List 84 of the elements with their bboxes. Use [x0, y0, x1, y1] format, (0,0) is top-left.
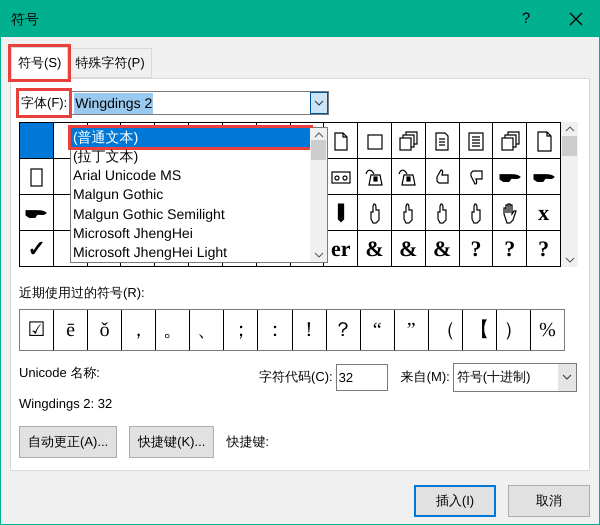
- dialog-button[interactable]: 自动更正(A)...: [19, 426, 118, 458]
- symbol-cell[interactable]: &: [358, 231, 392, 267]
- dialog-button[interactable]: 插入(I): [414, 485, 496, 517]
- symbol-cell[interactable]: [392, 123, 426, 159]
- symbol-cell[interactable]: [20, 159, 54, 195]
- stacked-pages-icon: [498, 130, 521, 152]
- recent-symbol-cell[interactable]: 。: [156, 310, 190, 350]
- close-icon[interactable]: [569, 12, 583, 26]
- unicode-name-label: Unicode 名称:: [19, 364, 101, 382]
- char-code-field[interactable]: 32: [336, 364, 388, 390]
- window-title: 符号: [11, 10, 40, 28]
- recent-symbol-cell[interactable]: ǒ: [88, 310, 122, 350]
- from-label: 来自(M):: [400, 368, 450, 386]
- unicode-name-value: Wingdings 2: 32: [19, 395, 114, 413]
- dropdown-button[interactable]: [310, 92, 328, 114]
- dialog-button[interactable]: 快捷键(K)...: [129, 426, 214, 458]
- from-select[interactable]: 符号(十进制): [452, 362, 577, 392]
- recent-symbol-cell[interactable]: ，: [122, 310, 156, 350]
- symbol-cell[interactable]: [392, 195, 426, 231]
- symbol-cell[interactable]: [20, 195, 54, 231]
- font-label: 字体(F):: [19, 91, 70, 115]
- scroll-up-icon[interactable]: [564, 126, 574, 132]
- recent-symbol-cell[interactable]: ？: [326, 310, 361, 350]
- symbol-cell[interactable]: [527, 159, 561, 195]
- symbol-cell[interactable]: [426, 123, 460, 159]
- recent-symbol-cell[interactable]: ☑: [20, 310, 54, 350]
- recent-symbols-label: 近期使用过的符号(R):: [19, 284, 146, 302]
- recent-symbol-cell[interactable]: “: [360, 310, 395, 350]
- recent-symbol-cell[interactable]: ；: [224, 310, 258, 350]
- tab[interactable]: 符号(S): [11, 47, 68, 79]
- scroll-down-icon[interactable]: [314, 252, 324, 258]
- font-combobox[interactable]: Wingdings 2: [71, 91, 330, 115]
- font-option[interactable]: (拉丁文本): [71, 147, 310, 166]
- recent-symbol-cell[interactable]: 、: [190, 310, 224, 350]
- symbol-cell[interactable]: [358, 123, 392, 159]
- scrollbar[interactable]: [561, 122, 578, 267]
- symbol-cell[interactable]: [20, 123, 54, 159]
- symbol-cell[interactable]: [426, 195, 460, 231]
- font-option[interactable]: Malgun Gothic Semilight: [71, 204, 310, 224]
- font-option[interactable]: Microsoft JhengHei: [71, 224, 310, 243]
- stacked-pages-icon: [397, 130, 420, 152]
- shortcut-label: 快捷键:: [226, 432, 269, 451]
- recent-symbol-cell[interactable]: （: [428, 310, 463, 350]
- symbol-cell[interactable]: &: [426, 231, 460, 267]
- chevron-down-icon: [562, 374, 572, 380]
- font-option[interactable]: Malgun Gothic: [71, 185, 310, 205]
- symbol-cell[interactable]: [493, 123, 528, 159]
- symbol-cell[interactable]: [460, 123, 494, 159]
- scroll-thumb[interactable]: [311, 140, 326, 160]
- symbol-cell[interactable]: ?: [527, 231, 561, 267]
- symbol-cell[interactable]: [358, 195, 392, 231]
- symbol-cell[interactable]: [392, 159, 426, 195]
- font-option[interactable]: (普通文本): [71, 128, 310, 148]
- symbol-cell[interactable]: ✓: [20, 231, 54, 267]
- help-button[interactable]: ?: [511, 8, 541, 30]
- symbol-cell[interactable]: x: [527, 195, 561, 231]
- recent-symbol-cell[interactable]: 【: [462, 310, 497, 350]
- symbol-cell[interactable]: &: [392, 231, 426, 267]
- recent-symbol-cell[interactable]: ：: [258, 310, 292, 350]
- symbol-cell[interactable]: ?: [460, 231, 494, 267]
- symbol-cell[interactable]: [493, 195, 528, 231]
- recent-symbol-cell[interactable]: ē: [54, 310, 88, 350]
- char-code-label: 字符代码(C):: [259, 368, 333, 386]
- recent-symbol-cell[interactable]: ！: [292, 310, 327, 350]
- font-option[interactable]: Arial Unicode MS: [71, 166, 310, 186]
- recent-symbol-cell[interactable]: ”: [394, 310, 429, 350]
- symbol-cell[interactable]: ?: [493, 231, 528, 267]
- combobox-value: Wingdings 2: [74, 92, 154, 114]
- font-option[interactable]: Microsoft JhengHei Light: [71, 242, 310, 262]
- tab[interactable]: 特殊字符(P): [68, 48, 152, 78]
- symbol-cell[interactable]: [426, 159, 460, 195]
- symbol-cell[interactable]: [460, 159, 494, 195]
- scroll-up-icon[interactable]: [314, 132, 324, 138]
- scroll-down-icon[interactable]: [564, 257, 574, 263]
- symbol-cell[interactable]: [460, 195, 494, 231]
- recent-symbol-cell[interactable]: %: [530, 310, 564, 350]
- dialog-button[interactable]: 取消: [508, 485, 590, 517]
- symbol-cell[interactable]: [358, 159, 392, 195]
- symbol-cell[interactable]: [527, 123, 561, 159]
- chevron-down-icon: [314, 100, 324, 106]
- symbol-cell[interactable]: [493, 159, 528, 195]
- list-scrollbar[interactable]: [310, 128, 327, 262]
- scroll-thumb[interactable]: [562, 136, 577, 156]
- recent-symbol-cell[interactable]: ）: [496, 310, 531, 350]
